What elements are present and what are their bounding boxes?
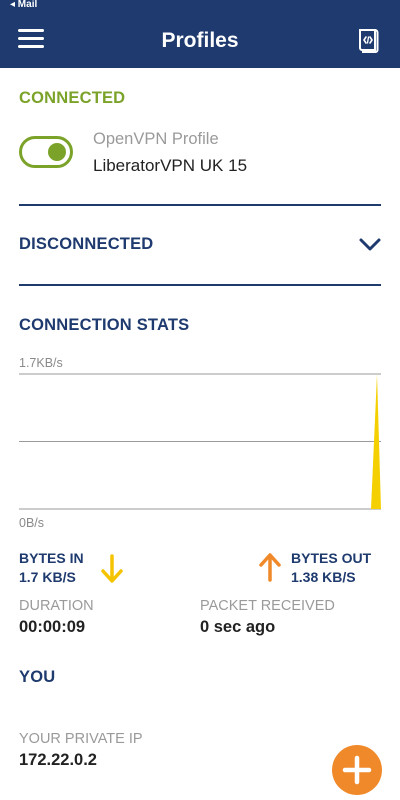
private-ip-value: 172.22.0.2 xyxy=(19,751,97,769)
profile-connection-toggle[interactable] xyxy=(19,136,73,168)
chart-y-min-label: 0B/s xyxy=(19,516,45,530)
arrow-down-icon xyxy=(99,554,125,584)
bytes-in-label: BYTES IN xyxy=(19,550,84,566)
bytes-out-value: 1.38 KB/S xyxy=(291,569,356,585)
add-profile-button[interactable] xyxy=(332,745,382,795)
disconnected-heading[interactable]: DISCONNECTED xyxy=(19,235,153,254)
toggle-knob xyxy=(48,143,66,161)
section-divider xyxy=(19,284,381,286)
duration-value: 00:00:09 xyxy=(19,618,86,636)
profile-name[interactable]: LiberatorVPN UK 15 xyxy=(93,156,247,176)
bytes-in-value: 1.7 KB/S xyxy=(19,569,76,585)
profile-type-label: OpenVPN Profile xyxy=(93,130,219,148)
you-heading: YOU xyxy=(19,668,56,686)
packet-received-label: PACKET RECEIVED xyxy=(200,598,335,614)
connection-stats-chart xyxy=(19,352,381,532)
chevron-down-icon[interactable] xyxy=(358,236,382,254)
app-header: ◂ Mail Profiles xyxy=(0,0,400,68)
private-ip-label: YOUR PRIVATE IP xyxy=(19,731,143,747)
section-divider xyxy=(19,204,381,206)
plus-icon xyxy=(342,755,372,785)
bytes-out-label: BYTES OUT xyxy=(291,550,372,566)
packet-received-value: 0 sec ago xyxy=(200,618,276,636)
arrow-up-icon xyxy=(257,552,283,582)
connected-heading: CONNECTED xyxy=(19,89,126,107)
duration-label: DURATION xyxy=(19,598,94,614)
page-title: Profiles xyxy=(161,29,239,52)
profiles-screen: ◂ Mail Profiles CONNECTED OpenVPN Profil… xyxy=(0,0,400,800)
status-bar-back-link[interactable]: ◂ Mail xyxy=(10,0,37,10)
connection-stats-heading: CONNECTION STATS xyxy=(19,316,190,334)
log-file-icon[interactable] xyxy=(356,28,382,54)
